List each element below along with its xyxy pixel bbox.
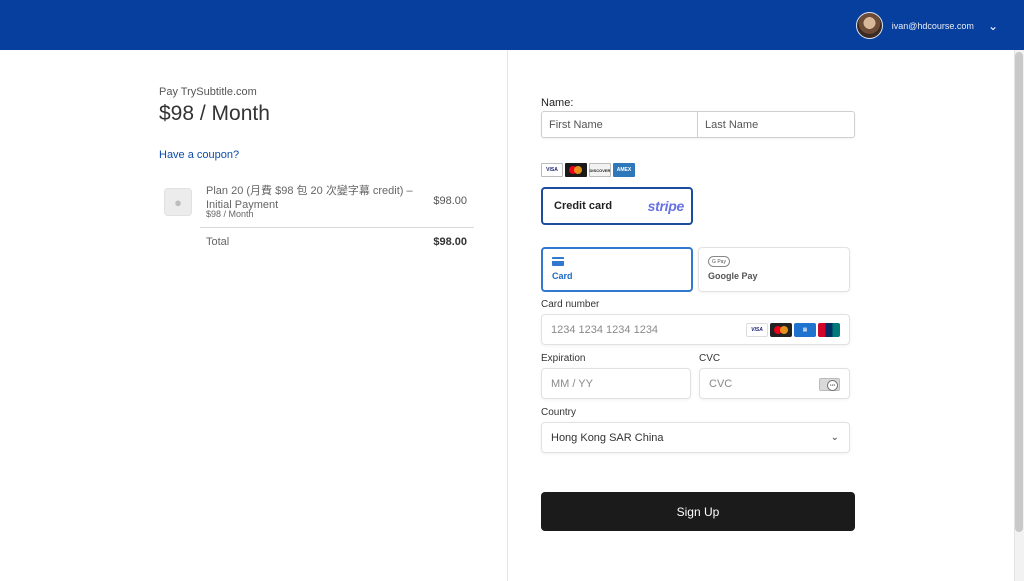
merchant-label: Pay TrySubtitle.com <box>159 86 257 98</box>
country-label: Country <box>541 407 577 418</box>
amex-icon: AMEX <box>613 163 635 177</box>
amex-icon: ▦ <box>794 323 816 337</box>
cvc-label: CVC <box>699 353 721 364</box>
expiration-input[interactable] <box>551 377 690 390</box>
country-select[interactable]: Hong Kong SAR China ⌄ <box>541 422 850 453</box>
method-label: Credit card <box>554 200 613 212</box>
card-brand-icons: VISA ▦ <box>746 323 840 337</box>
google-pay-icon: G Pay <box>708 256 730 267</box>
expiration-field[interactable] <box>541 368 691 399</box>
last-name-input[interactable] <box>698 112 854 137</box>
credit-card-method-option[interactable]: Credit card stripe <box>541 187 693 225</box>
order-summary: Pay TrySubtitle.com $98 / Month Have a c… <box>159 86 479 248</box>
tab-google-pay[interactable]: G Pay Google Pay <box>698 247 850 292</box>
total-value: $98.00 <box>433 236 467 248</box>
discover-icon: DISCOVER <box>589 163 611 177</box>
product-placeholder-icon: ● <box>164 188 192 216</box>
stripe-logo: stripe <box>647 198 685 214</box>
tab-card-label: Card <box>552 271 573 281</box>
credit-card-icon <box>552 257 564 266</box>
top-navigation-bar: ivan@hdcourse.com ⌄ <box>0 0 1024 50</box>
name-label: Name: <box>541 97 574 109</box>
user-avatar[interactable] <box>855 12 883 39</box>
expiration-label: Expiration <box>541 353 586 364</box>
country-value: Hong Kong SAR China <box>551 431 664 444</box>
column-divider <box>507 50 508 581</box>
coupon-link[interactable]: Have a coupon? <box>159 149 479 161</box>
scrollbar-thumb[interactable] <box>1015 52 1023 532</box>
chevron-down-icon[interactable]: ⌄ <box>988 20 998 32</box>
visa-icon: VISA <box>541 163 563 177</box>
chevron-down-icon: ⌄ <box>830 432 839 443</box>
line-item-price: $98.00 <box>433 195 467 207</box>
total-divider <box>200 227 474 228</box>
card-number-label: Card number <box>541 299 600 310</box>
sign-up-button[interactable]: Sign Up <box>541 492 855 531</box>
line-item-subline: $98 / Month <box>206 209 254 219</box>
cvc-field[interactable] <box>699 368 850 399</box>
name-input-group <box>541 111 855 138</box>
unionpay-icon <box>818 323 840 337</box>
card-number-field[interactable]: VISA ▦ <box>541 314 850 345</box>
mastercard-icon <box>770 323 792 337</box>
visa-icon: VISA <box>746 323 768 337</box>
tab-card[interactable]: Card <box>541 247 693 292</box>
user-menu[interactable]: ivan@hdcourse.com ⌄ <box>855 12 998 39</box>
accepted-cards: VISA DISCOVER AMEX <box>541 163 635 177</box>
tab-google-pay-label: Google Pay <box>708 271 758 281</box>
plan-price: $98 / Month <box>159 102 270 125</box>
cvc-card-icon <box>819 378 840 391</box>
user-email[interactable]: ivan@hdcourse.com <box>892 21 974 31</box>
first-name-input[interactable] <box>542 112 698 137</box>
line-item-name: Plan 20 (月費 $98 包 20 次變字幕 credit) – Init… <box>206 185 413 211</box>
total-label: Total <box>206 236 230 248</box>
mastercard-icon <box>565 163 587 177</box>
